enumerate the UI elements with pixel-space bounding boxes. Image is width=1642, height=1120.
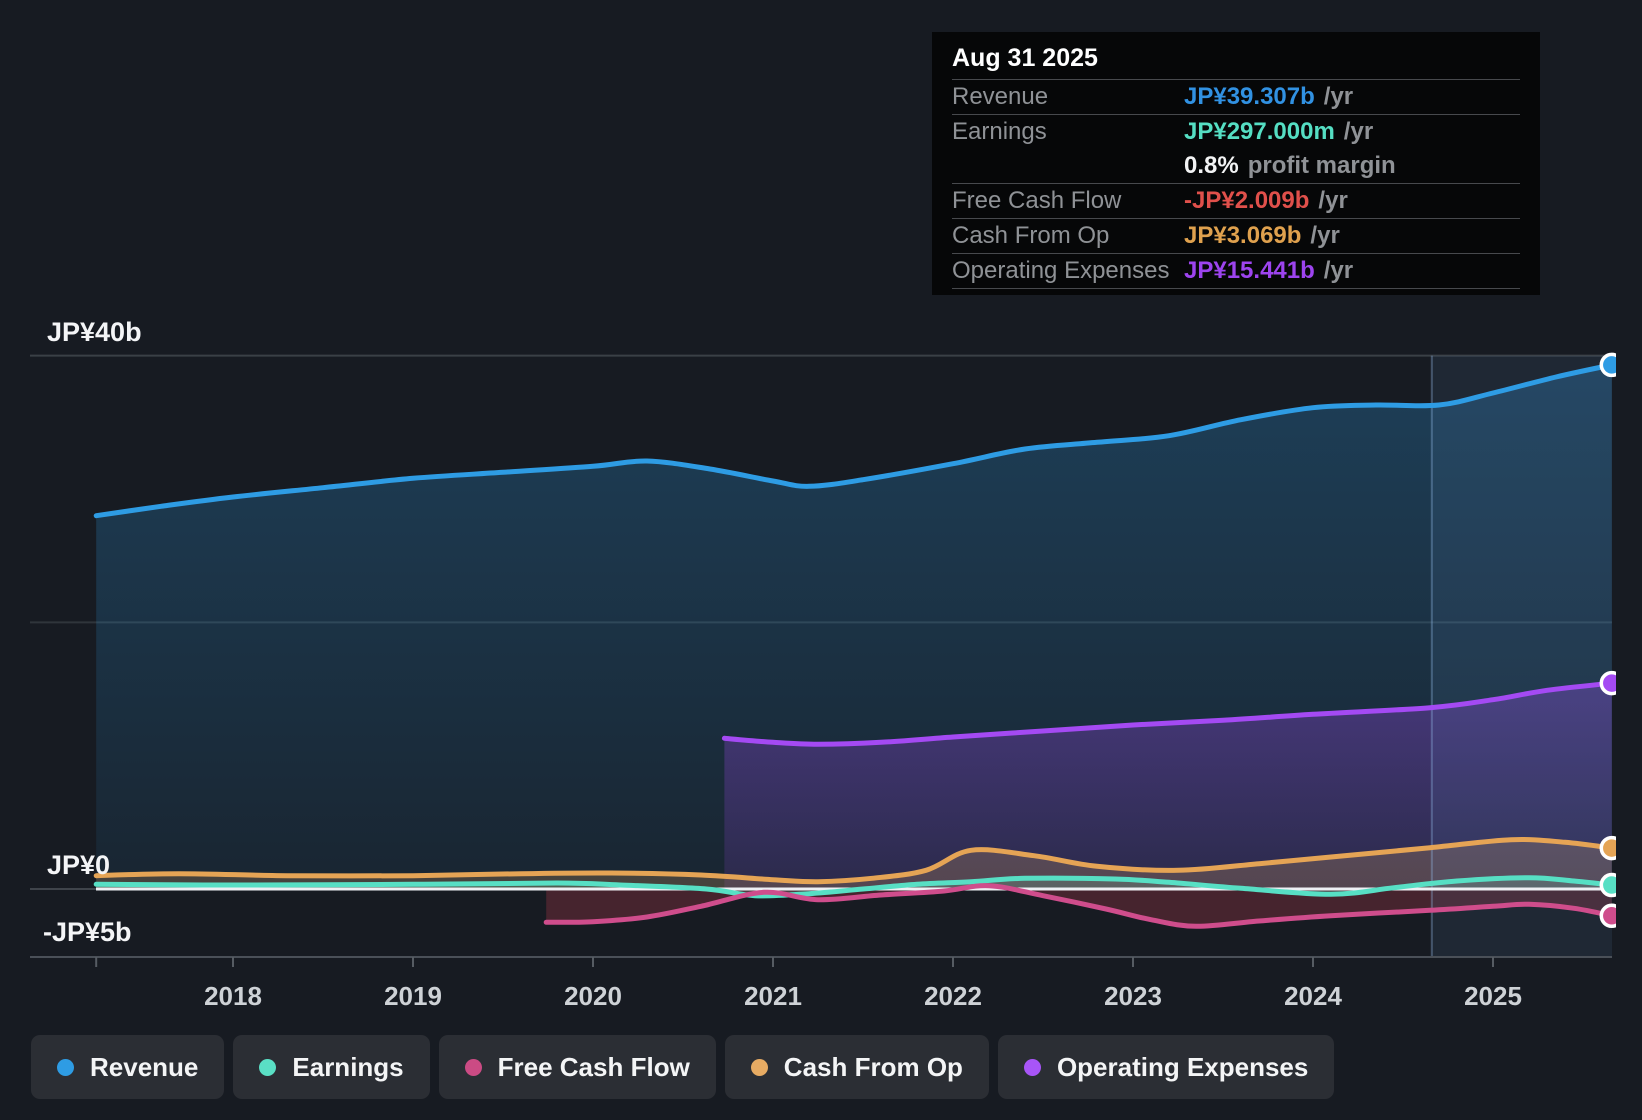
tooltip-suffix: /yr bbox=[1318, 187, 1348, 214]
legend-item-revenue[interactable]: Revenue bbox=[31, 1035, 225, 1099]
tooltip-row-free-cash-flow: Free Cash Flow -JP¥2.009b/yr bbox=[952, 184, 1520, 219]
x-axis-label-2018: 2018 bbox=[204, 981, 262, 1011]
y-axis-label-0: JP¥0 bbox=[47, 850, 111, 880]
x-axis: 2018 2019 2020 2021 2022 2023 2024 2025 bbox=[0, 981, 1642, 1011]
operating-expenses-legend-dot-icon bbox=[1023, 1058, 1041, 1076]
free-cash-flow-legend-dot-icon bbox=[464, 1058, 482, 1076]
x-axis-label-2020: 2020 bbox=[564, 981, 622, 1011]
tooltip-row-revenue: Revenue JP¥39.307b/yr bbox=[952, 80, 1520, 115]
tooltip-row-cash-from-op: Cash From Op JP¥3.069b/yr bbox=[952, 219, 1520, 254]
cash-from-op-legend-dot-icon bbox=[750, 1058, 768, 1076]
legend-label: Operating Expenses bbox=[1056, 1051, 1309, 1082]
legend-label: Free Cash Flow bbox=[497, 1051, 690, 1082]
tooltip-value-revenue: JP¥39.307b bbox=[1184, 83, 1315, 110]
legend: Revenue Earnings Free Cash Flow Cash From O… bbox=[31, 1035, 1335, 1099]
tooltip-value-cash-from-op: JP¥3.069b bbox=[1184, 222, 1302, 249]
tooltip-value-free-cash-flow: -JP¥2.009b bbox=[1184, 187, 1310, 214]
tooltip-label-revenue: Revenue bbox=[952, 83, 1049, 110]
legend-label: Earnings bbox=[292, 1051, 404, 1082]
tooltip-row-operating-expenses: Operating Expenses JP¥15.441b/yr bbox=[952, 254, 1520, 289]
legend-item-operating-expenses[interactable]: Operating Expenses bbox=[997, 1035, 1335, 1099]
profit-margin-label: profit margin bbox=[1247, 152, 1396, 179]
legend-label: Revenue bbox=[90, 1051, 199, 1082]
operating-expenses-end-marker bbox=[1599, 670, 1616, 696]
tooltip-label-operating-expenses: Operating Expenses bbox=[952, 257, 1170, 284]
y-axis-label-40b: JP¥40b bbox=[47, 317, 142, 347]
cash-from-op-end-marker bbox=[1599, 835, 1616, 861]
free-cash-flow-end-marker bbox=[1599, 903, 1616, 929]
tooltip-value-operating-expenses: JP¥15.441b bbox=[1184, 257, 1315, 284]
tooltip-label-cash-from-op: Cash From Op bbox=[952, 222, 1110, 249]
profit-margin-value: 0.8% bbox=[1184, 152, 1239, 179]
x-axis-label-2024: 2024 bbox=[1284, 981, 1342, 1011]
chart-tooltip: Aug 31 2025 Revenue JP¥39.307b/yr Earnings… bbox=[932, 32, 1540, 295]
x-axis-label-2022: 2022 bbox=[924, 981, 982, 1011]
x-axis-label-2023: 2023 bbox=[1104, 981, 1162, 1011]
revenue-legend-dot-icon bbox=[57, 1058, 74, 1076]
legend-item-cash-from-op[interactable]: Cash From Op bbox=[724, 1035, 989, 1099]
tooltip-suffix: /yr bbox=[1323, 83, 1354, 110]
x-axis-label-2019: 2019 bbox=[384, 981, 442, 1011]
earnings-end-marker bbox=[1599, 872, 1616, 898]
x-axis-label-2025: 2025 bbox=[1464, 981, 1522, 1011]
tooltip-value-earnings: JP¥297.000m bbox=[1184, 118, 1335, 145]
y-axis-label-neg5b: -JP¥5b bbox=[43, 917, 132, 947]
tooltip-suffix: /yr bbox=[1310, 222, 1340, 249]
tooltip-row-earnings: Earnings JP¥297.000m/yr 0.8% profit margin bbox=[952, 115, 1520, 184]
earnings-legend-dot-icon bbox=[259, 1058, 277, 1076]
tooltip-suffix: /yr bbox=[1323, 257, 1354, 284]
tooltip-suffix: /yr bbox=[1343, 118, 1374, 145]
tooltip-label-free-cash-flow: Free Cash Flow bbox=[952, 187, 1122, 214]
legend-label: Cash From Op bbox=[783, 1051, 963, 1082]
tooltip-date: Aug 31 2025 bbox=[952, 32, 1520, 80]
revenue-end-marker bbox=[1599, 352, 1616, 378]
highlight-band bbox=[1431, 355, 1612, 957]
tooltip-label-earnings: Earnings bbox=[952, 118, 1047, 145]
x-axis-label-2021: 2021 bbox=[744, 981, 802, 1011]
legend-item-free-cash-flow[interactable]: Free Cash Flow bbox=[438, 1035, 716, 1099]
legend-item-earnings[interactable]: Earnings bbox=[233, 1035, 430, 1099]
chart-page: JP¥40b JP¥0 -JP¥5b 2018 2019 2020 2021 2022 2… bbox=[0, 0, 1642, 1120]
